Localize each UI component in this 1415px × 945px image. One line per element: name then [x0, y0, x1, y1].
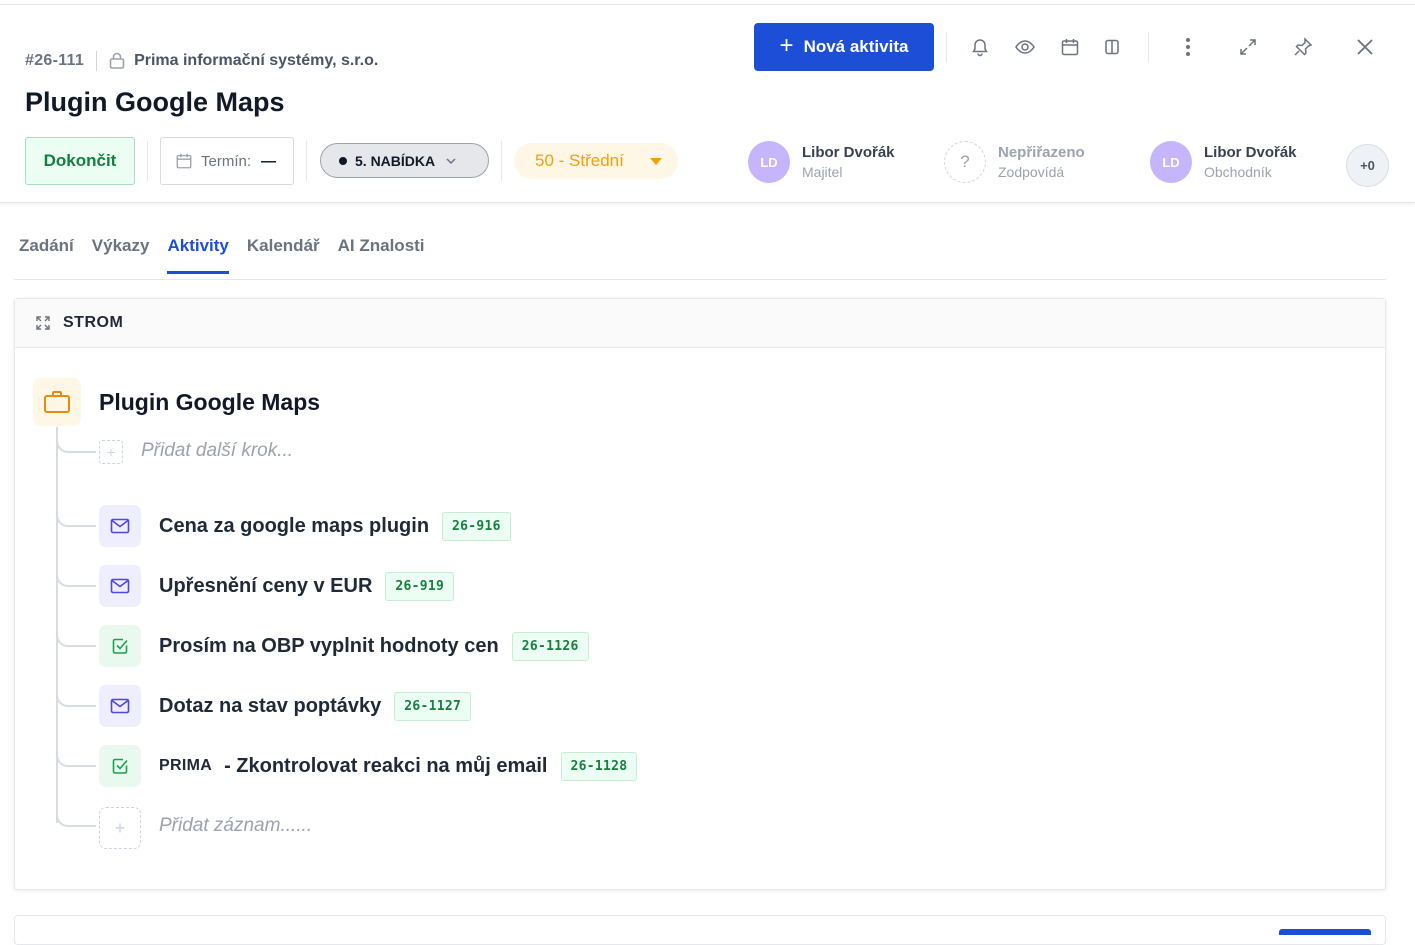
- person-role: Majitel: [802, 164, 843, 180]
- stage-dot-icon: [339, 156, 347, 165]
- company-link[interactable]: Prima informační systémy, s.r.o.: [134, 52, 378, 70]
- calendar-icon[interactable]: [1058, 35, 1082, 59]
- pin-icon[interactable]: [1291, 35, 1315, 59]
- page-title: Plugin Google Maps: [25, 87, 285, 117]
- detail-panel: #26-111 Prima informační systémy, s.r.o.…: [0, 0, 1415, 945]
- add-record-icon[interactable]: +: [99, 807, 141, 849]
- add-step-icon[interactable]: +: [99, 440, 123, 464]
- avatar: LD: [748, 141, 790, 183]
- new-activity-button[interactable]: + Nová aktivita: [754, 23, 934, 71]
- task-check-icon: [99, 745, 141, 787]
- tree-card-header: STROM: [15, 299, 1385, 348]
- tab-kalendar[interactable]: Kalendář: [247, 236, 320, 274]
- tree-item-badge[interactable]: 26-916: [442, 511, 511, 541]
- tree-item[interactable]: Dotaz na stav poptávky 26-1127: [99, 685, 472, 727]
- responsible-person[interactable]: ? Nepřiřazeno Zodpovídá: [944, 141, 1085, 183]
- tree-item-title[interactable]: Dotaz na stav poptávky: [159, 695, 381, 718]
- chevron-down-icon: [446, 157, 456, 164]
- toolbar-divider: [501, 141, 502, 181]
- eye-icon[interactable]: [1013, 35, 1037, 59]
- bell-icon[interactable]: [968, 35, 992, 59]
- more-people-button[interactable]: +0: [1346, 144, 1389, 187]
- breadcrumb: #26-111 Prima informační systémy, s.r.o.: [25, 51, 378, 71]
- close-icon[interactable]: [1353, 35, 1377, 59]
- deadline-label: Termín:: [201, 152, 252, 170]
- tab-aktivity[interactable]: Aktivity: [167, 236, 230, 274]
- add-step-input[interactable]: Přidat další krok...: [141, 440, 293, 462]
- tree-item-title[interactable]: Cena za google maps plugin: [159, 515, 429, 538]
- owner-person[interactable]: LD Libor Dvořák Majitel: [748, 141, 895, 183]
- tree-item-badge[interactable]: 26-1127: [394, 691, 472, 721]
- tree-card-title: STROM: [63, 314, 124, 331]
- deadline-field[interactable]: Termín: —: [160, 137, 294, 185]
- tree-item-title[interactable]: Prosím na OBP vyplnit hodnoty cen: [159, 635, 499, 658]
- next-card: [14, 915, 1386, 945]
- toolbar-divider: [946, 32, 947, 62]
- tree-branch: [56, 693, 96, 707]
- tab-zadani[interactable]: Zadání: [19, 236, 74, 274]
- tree-item[interactable]: PRIMA - Zkontrolovat reakci na můj email…: [99, 745, 638, 787]
- sales-person[interactable]: LD Libor Dvořák Obchodník: [1150, 141, 1297, 183]
- tab-vykazy[interactable]: Výkazy: [92, 236, 150, 274]
- tree-trunk: [56, 427, 58, 823]
- tab-bar: Zadání Výkazy Aktivity Kalendář AI Znalo…: [19, 236, 425, 274]
- mail-icon: [99, 505, 141, 547]
- plus-icon: +: [779, 32, 794, 59]
- columns-icon[interactable]: [1100, 35, 1124, 59]
- tree-item[interactable]: Upřesnění ceny v EUR 26-919: [99, 565, 455, 607]
- tree-item-badge[interactable]: 26-1126: [511, 631, 589, 661]
- person-role: Zodpovídá: [998, 164, 1065, 180]
- calendar-icon: [176, 153, 192, 169]
- tree-item-title[interactable]: Upřesnění ceny v EUR: [159, 575, 372, 598]
- tabs-divider: [14, 279, 1386, 280]
- tree-item-prefix: PRIMA: [159, 757, 213, 774]
- priority-label: 50 - Střední: [535, 151, 624, 170]
- tree-branch: [56, 813, 96, 827]
- briefcase-icon: [33, 378, 81, 426]
- tree-branch: [56, 513, 96, 527]
- tree-root-title[interactable]: Plugin Google Maps: [99, 389, 320, 416]
- task-check-icon: [99, 625, 141, 667]
- tree-item-title[interactable]: - Zkontrolovat reakci na můj email: [224, 755, 547, 778]
- finish-button[interactable]: Dokončit: [25, 137, 135, 185]
- priority-select[interactable]: 50 - Střední: [514, 143, 678, 179]
- caret-down-icon: [650, 158, 662, 165]
- tree-item[interactable]: Prosím na OBP vyplnit hodnoty cen 26-112…: [99, 625, 589, 667]
- tree-item-badge[interactable]: 26-1128: [560, 751, 638, 781]
- company-icon: [108, 52, 126, 70]
- tree-item-badge[interactable]: 26-919: [385, 571, 455, 601]
- toolbar-divider: [1148, 32, 1149, 62]
- stage-label: 5. NABÍDKA: [355, 152, 436, 169]
- tree-branch: [56, 633, 96, 647]
- tree-branch: [56, 439, 96, 453]
- mail-icon: [99, 565, 141, 607]
- collapse-icon[interactable]: [35, 315, 51, 331]
- toolbar-divider: [147, 141, 148, 181]
- deadline-value: —: [261, 152, 277, 170]
- more-vertical-icon[interactable]: [1176, 35, 1200, 59]
- new-activity-label: Nová aktivita: [803, 37, 909, 56]
- tree-branch: [56, 753, 96, 767]
- tree-item[interactable]: Cena za google maps plugin 26-916: [99, 505, 511, 547]
- person-name: Libor Dvořák: [802, 144, 895, 161]
- person-name: Nepřiřazeno: [998, 144, 1085, 161]
- person-role: Obchodník: [1204, 164, 1272, 180]
- expand-icon[interactable]: [1236, 35, 1260, 59]
- breadcrumb-divider: [96, 51, 98, 71]
- detail-header: #26-111 Prima informační systémy, s.r.o.…: [0, 5, 1415, 203]
- person-name: Libor Dvořák: [1204, 144, 1297, 161]
- toolbar-divider: [306, 141, 307, 181]
- add-record-input[interactable]: Přidat záznam......: [159, 815, 312, 837]
- tab-ai-znalosti[interactable]: AI Znalosti: [338, 236, 425, 274]
- record-number: #26-111: [25, 52, 85, 69]
- mail-icon: [99, 685, 141, 727]
- unassigned-avatar: ?: [944, 141, 986, 183]
- tree-branch: [56, 573, 96, 587]
- tree-card: STROM Plugin Google Maps + Přidat další …: [14, 298, 1386, 890]
- stage-select[interactable]: 5. NABÍDKA: [320, 143, 489, 178]
- avatar: LD: [1150, 141, 1192, 183]
